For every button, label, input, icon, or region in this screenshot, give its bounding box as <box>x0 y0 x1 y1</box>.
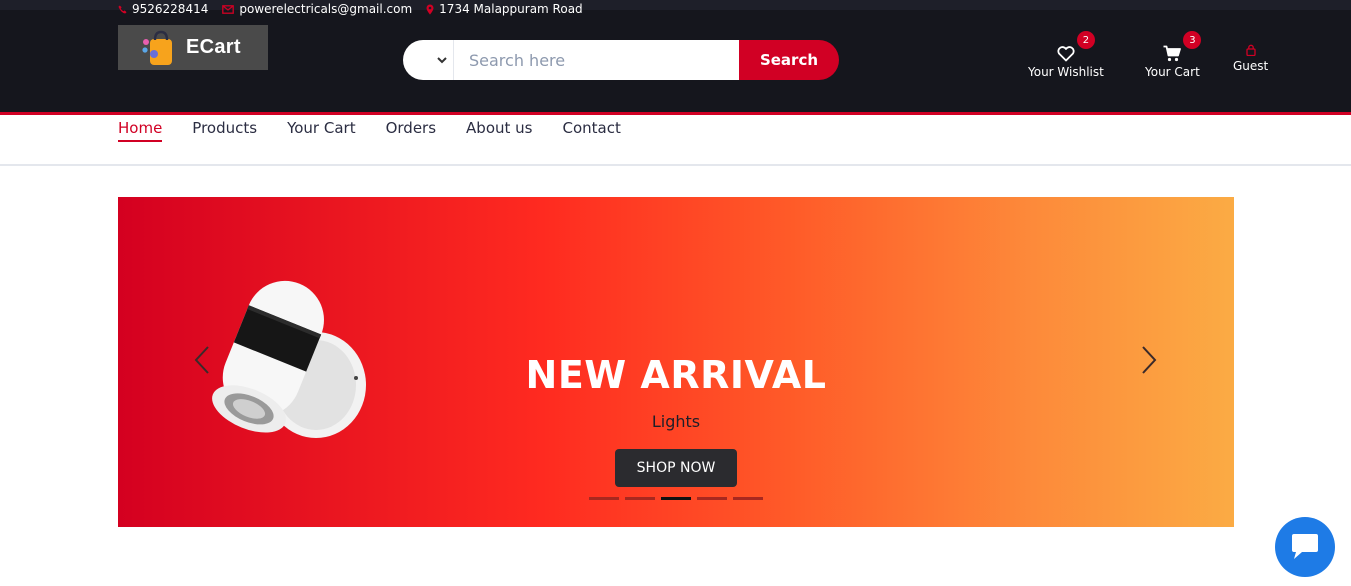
user-icon <box>1245 44 1256 56</box>
carousel-indicator-active[interactable] <box>661 497 691 500</box>
carousel-indicator[interactable] <box>733 497 763 500</box>
location-icon <box>426 4 434 14</box>
hero-carousel: NEW ARRIVAL Lights SHOP NOW <box>118 197 1234 527</box>
slide-title: NEW ARRIVAL <box>525 353 827 397</box>
account-icon-box <box>1245 42 1256 56</box>
nav-item-your-cart[interactable]: Your Cart <box>287 116 356 142</box>
phone-text: 9526228414 <box>132 2 209 16</box>
wishlist-count-badge: 2 <box>1076 31 1095 49</box>
search-button[interactable]: Search <box>739 40 839 80</box>
cart-label: Your Cart <box>1145 65 1200 79</box>
nav-item-home[interactable]: Home <box>118 116 163 142</box>
chevron-down-icon <box>437 56 447 63</box>
chat-button[interactable] <box>1275 517 1335 577</box>
address-contact[interactable]: 1734 Malappuram Road <box>426 2 583 16</box>
nav-item-products[interactable]: Products <box>192 116 257 142</box>
mail-icon <box>222 4 235 14</box>
category-select[interactable] <box>403 40 454 80</box>
carousel-indicator[interactable] <box>697 497 727 500</box>
phone-contact[interactable]: 9526228414 <box>118 2 208 16</box>
cart-count-badge: 3 <box>1183 31 1202 49</box>
carousel-indicators <box>589 497 763 500</box>
wishlist-icon-box: 2 <box>1057 31 1095 62</box>
main-navigation: Home Products Your Cart Orders About us … <box>118 116 621 146</box>
phone-icon <box>118 4 127 14</box>
logo-text: ECart <box>186 36 241 58</box>
wishlist-link[interactable]: 2 Your Wishlist <box>1028 31 1104 79</box>
account-link[interactable]: Guest <box>1233 42 1268 73</box>
navigation-divider <box>0 164 1351 166</box>
account-label: Guest <box>1233 59 1269 73</box>
slide-subtitle: Lights <box>651 412 701 431</box>
search-input[interactable] <box>454 40 739 80</box>
heart-icon <box>1057 46 1075 62</box>
carousel-indicator[interactable] <box>589 497 619 500</box>
wishlist-label: Your Wishlist <box>1028 65 1104 79</box>
site-logo[interactable]: ECart <box>118 25 268 70</box>
carousel-indicator[interactable] <box>625 497 655 500</box>
shop-now-button[interactable]: SHOP NOW <box>615 449 737 487</box>
cart-link[interactable]: 3 Your Cart <box>1145 31 1202 79</box>
header-accent-line <box>0 112 1351 115</box>
nav-item-orders[interactable]: Orders <box>386 116 436 142</box>
search-form: Search <box>403 40 839 80</box>
email-contact[interactable]: powerelectricals@gmail.com <box>222 2 412 16</box>
nav-item-about-us[interactable]: About us <box>466 116 532 142</box>
cart-icon-box: 3 <box>1163 31 1202 62</box>
nav-item-contact[interactable]: Contact <box>563 116 621 142</box>
contact-info: 9526228414 powerelectricals@gmail.com 17… <box>118 2 583 16</box>
email-text: powerelectricals@gmail.com <box>239 2 413 16</box>
chat-icon <box>1292 534 1318 559</box>
cart-icon <box>1163 45 1182 62</box>
address-text: 1734 Malappuram Road <box>439 2 583 16</box>
shopping-bag-icon <box>142 30 172 65</box>
